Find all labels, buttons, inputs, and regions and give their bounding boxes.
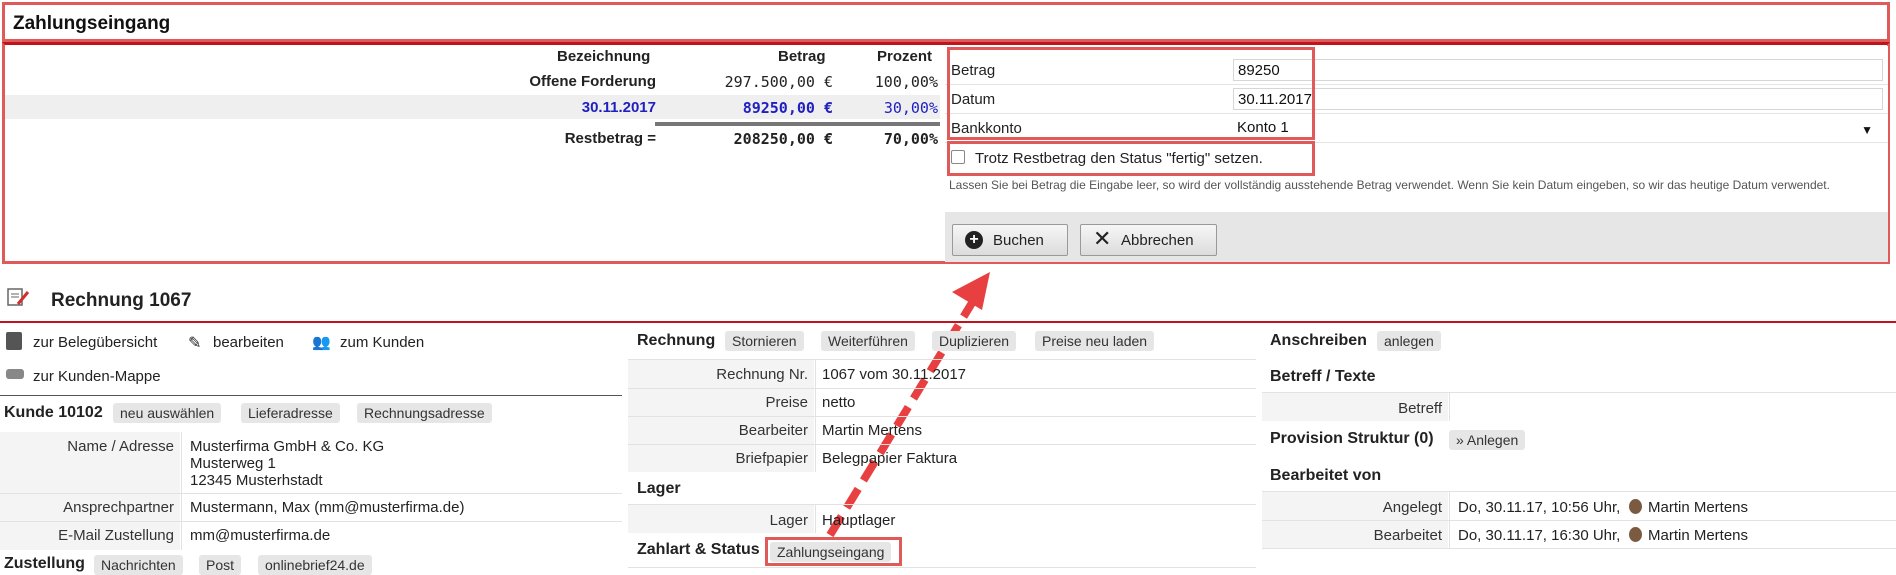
nachrichten-button[interactable]: Nachrichten [94,555,183,575]
betreff-label: Betreff [1398,400,1442,417]
neu-auswählen-button[interactable]: neu auswählen [113,403,222,423]
title-underline [0,321,1896,323]
angelegt-value: Do, 30.11.17, 10:56 Uhr, [1458,499,1621,516]
rechnung-title: Rechnung [637,332,716,349]
divider [628,444,1256,445]
email-zustellung-label: E-Mail Zustellung [58,527,174,544]
address-line: Musterweg 1 [190,455,276,472]
briefpapier-label: Briefpapier [735,450,808,467]
divider [1262,520,1896,521]
name-adresse-label: Name / Adresse [67,438,174,455]
lager-title: Lager [637,480,681,497]
anlegen-button[interactable]: anlegen [1377,331,1441,351]
lager-value: Hauptlager [822,512,896,529]
bearbeitet-user[interactable]: Martin Mertens [1648,527,1748,544]
kunden-mappe-link[interactable]: zur Kunden-Mappe [33,368,161,385]
divider [0,493,622,494]
stornieren-button[interactable]: Stornieren [725,331,804,351]
rechnung-nr-value: 1067 vom 30.11.2017 [822,366,967,383]
post-button[interactable]: Post [199,555,242,575]
bearbeitet-label: Bearbeitet [1373,527,1442,544]
preise-neu-laden-button[interactable]: Preise neu laden [1035,331,1155,351]
avatar [1629,499,1642,514]
rechnungsadresse-button[interactable]: Rechnungsadresse [357,403,492,423]
bearbeitet-von-title: Bearbeitet von [1270,467,1382,484]
divider [815,505,816,533]
briefpapier-value: Belegpapier Faktura [822,450,958,467]
divider [628,388,1256,389]
divider [0,521,622,522]
preise-value: netto [822,394,856,411]
bearbeiter-value: Martin Mertens [822,422,923,439]
bearbeiten-link[interactable]: bearbeiten [213,334,284,351]
invoice-icon [6,286,30,308]
ansprechpartner-label: Ansprechpartner [63,499,174,516]
address-line: Musterfirma GmbH & Co. KG [190,438,385,455]
weiterführen-button[interactable]: Weiterführen [821,331,915,351]
provision-title: Provision Struktur (0) [1270,430,1434,447]
betreff-texte-title: Betreff / Texte [1270,368,1376,385]
email-zustellung-value: mm@musterfirma.de [190,527,331,544]
bearbeiter-label: Bearbeiter [738,422,808,439]
divider [0,395,622,396]
bearbeitet-value: Do, 30.11.17, 16:30 Uhr, [1458,527,1621,544]
folder-icon [6,369,24,379]
angelegt-user[interactable]: Martin Mertens [1648,499,1748,516]
document-stack-icon [6,332,22,350]
divider [628,416,1256,417]
zahlungseingang-button[interactable]: Zahlungseingang [770,542,892,562]
pencil-icon: ✎ [188,335,202,352]
ansprechpartner-value: Mustermann, Max (mm@musterfirma.de) [190,499,465,516]
zustellung-title: Zustellung [4,555,85,572]
anschreiben-title: Anschreiben [1270,332,1367,349]
divider [1262,548,1896,549]
angelegt-label: Angelegt [1382,499,1442,516]
users-icon: 👥 [312,334,331,351]
zahlart-title: Zahlart & Status [637,541,760,558]
lieferadresse-button[interactable]: Lieferadresse [241,403,340,423]
divider [628,567,1256,568]
avatar [1629,527,1642,542]
lager-label: Lager [769,512,808,529]
preise-label: Preise [765,394,808,411]
invoice-title: Rechnung 1067 [51,290,192,311]
onlinebrief24-button[interactable]: onlinebrief24.de [258,555,372,575]
belegübersicht-link[interactable]: zur Belegübersicht [33,334,157,351]
duplizieren-button[interactable]: Duplizieren [932,331,1017,351]
kunde-title: Kunde 10102 [4,404,103,421]
address-line: 12345 Musterhstadt [190,472,323,489]
provision-anlegen-button[interactable]: » Anlegen [1449,430,1526,450]
rechnung-nr-label: Rechnung Nr. [716,366,808,383]
divider [1449,393,1450,421]
zum-kunden-link[interactable]: zum Kunden [340,334,424,351]
divider [181,432,182,550]
